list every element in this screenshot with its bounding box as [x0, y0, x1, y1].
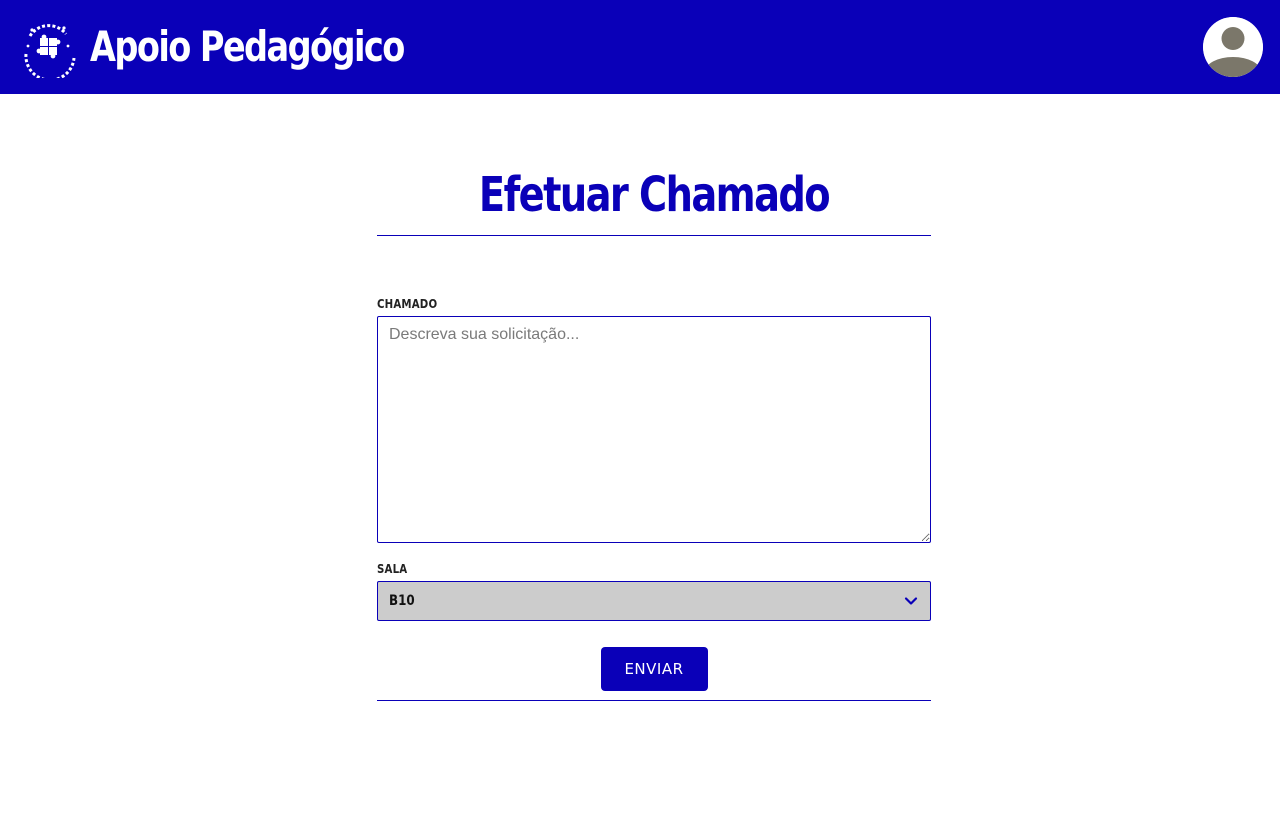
- page-title: Efetuar Chamado: [478, 167, 831, 223]
- sala-select-box[interactable]: B10: [377, 581, 931, 621]
- top-header: Apoio Pedagógico: [0, 0, 1280, 94]
- sala-selected-value: B10: [389, 593, 415, 609]
- sala-select[interactable]: B10: [377, 581, 931, 621]
- chamado-textarea[interactable]: [377, 316, 931, 543]
- app-title: Apoio Pedagógico: [90, 22, 405, 71]
- title-divider: [377, 235, 931, 236]
- sala-label: SALA: [377, 562, 408, 576]
- puzzle-logo-icon: [18, 16, 80, 82]
- user-avatar-icon[interactable]: [1203, 17, 1263, 77]
- chamado-form: Efetuar Chamado CHAMADO SALA B10 ENVIAR: [377, 160, 931, 701]
- button-row: ENVIAR: [377, 647, 931, 691]
- chamado-label: CHAMADO: [377, 297, 438, 311]
- submit-button[interactable]: ENVIAR: [600, 647, 708, 691]
- chevron-down-icon[interactable]: [903, 593, 919, 609]
- bottom-divider: [377, 700, 931, 701]
